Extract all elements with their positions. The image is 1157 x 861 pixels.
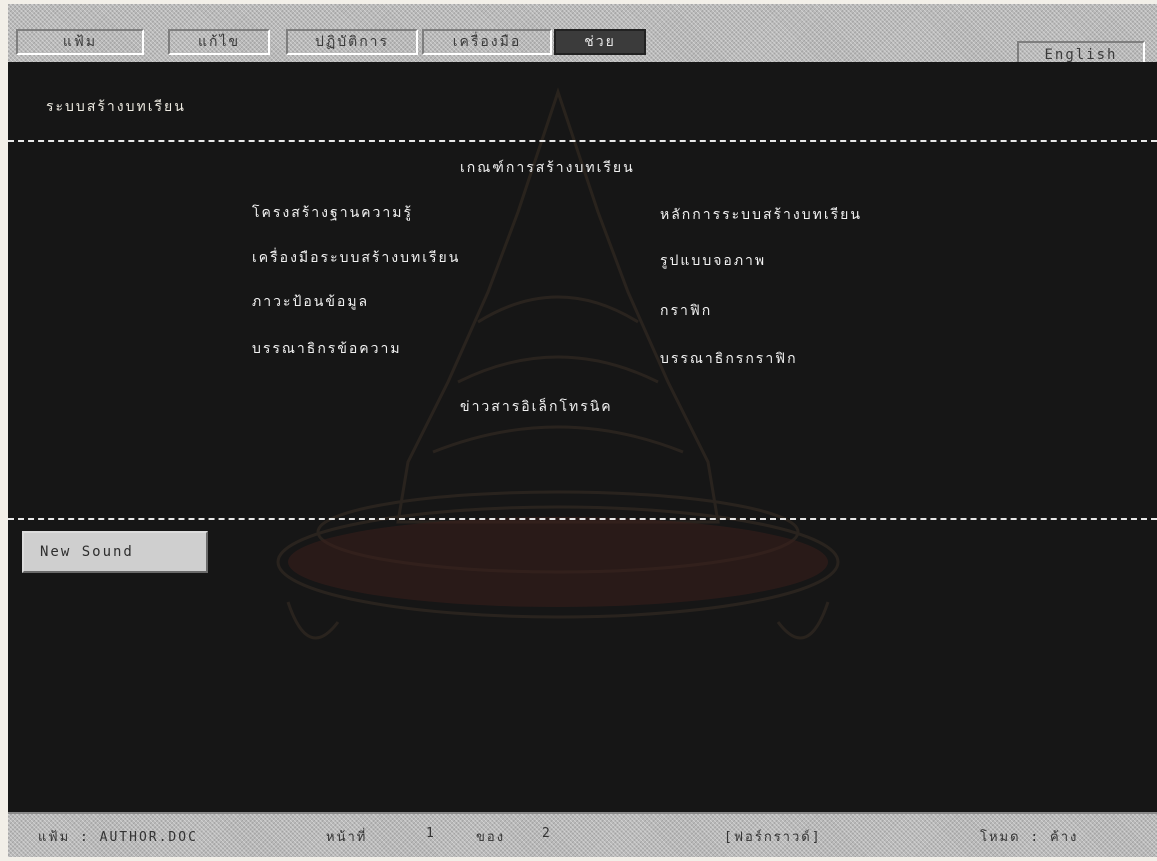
status-view: [ฟอร์กราวด์] xyxy=(724,830,822,845)
link-e-news[interactable]: ข่าวสารอิเล็กโทรนิค xyxy=(460,396,613,418)
status-page-of: ของ xyxy=(476,830,506,845)
main-panel: ระบบสร้างบทเรียน เกณฑ์การสร้างบทเรียน โค… xyxy=(8,62,1157,812)
link-graphics-editor[interactable]: บรรณาธิกรกราฟิก xyxy=(660,348,798,370)
link-data-entry[interactable]: ภาวะป้อนข้อมูล xyxy=(252,291,369,313)
status-page-label: หน้าที่ xyxy=(326,830,368,845)
menu-file[interactable]: แฟ้ม xyxy=(16,29,144,55)
menu-tools[interactable]: เครื่องมือ xyxy=(422,29,552,55)
status-page-total: 2 xyxy=(542,826,552,841)
menu-operations[interactable]: ปฏิบัติการ xyxy=(286,29,418,55)
divider-top xyxy=(8,140,1157,142)
menu-help[interactable]: ช่วย xyxy=(554,29,646,55)
status-page-current: 1 xyxy=(426,826,436,841)
link-knowledge-base[interactable]: โครงสร้างฐานความรู้ xyxy=(252,202,413,224)
link-graphics[interactable]: กราฟิก xyxy=(660,300,712,322)
divider-bottom xyxy=(8,518,1157,520)
menu-bar: แฟ้ม แก้ไข ปฏิบัติการ เครื่องมือ ช่วย En… xyxy=(8,4,1157,69)
menu-edit[interactable]: แก้ไข xyxy=(168,29,270,55)
page-heading: เกณฑ์การสร้างบทเรียน xyxy=(460,160,635,176)
app-window: แฟ้ม แก้ไข ปฏิบัติการ เครื่องมือ ช่วย En… xyxy=(0,0,1157,861)
status-bar: แฟ้ม : AUTHOR.DOC หน้าที่ 1 ของ 2 [ฟอร์ก… xyxy=(8,812,1157,857)
link-tools[interactable]: เครื่องมือระบบสร้างบทเรียน xyxy=(252,247,460,269)
link-principles[interactable]: หลักการระบบสร้างบทเรียน xyxy=(660,204,862,226)
status-file: แฟ้ม : AUTHOR.DOC xyxy=(38,830,198,845)
link-text-editor[interactable]: บรรณาธิกรข้อความ xyxy=(252,338,402,360)
status-mode: โหมด : ค้าง xyxy=(980,830,1079,845)
link-screen-format[interactable]: รูปแบบจอภาพ xyxy=(660,250,766,272)
new-sound-button[interactable]: New Sound xyxy=(22,531,208,573)
system-title: ระบบสร้างบทเรียน xyxy=(46,99,186,115)
